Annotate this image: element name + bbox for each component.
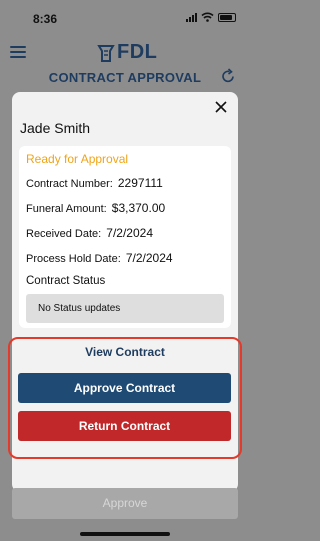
contract-number-label: Contract Number: xyxy=(26,178,113,190)
home-indicator xyxy=(80,532,170,536)
status-updates-box: No Status updates xyxy=(26,294,224,323)
funeral-amount-value: $3,370.00 xyxy=(111,201,166,215)
client-name: Jade Smith xyxy=(20,120,91,136)
menu-icon[interactable] xyxy=(10,46,26,58)
status-badge: Ready for Approval xyxy=(26,152,129,166)
received-date-label: Received Date: xyxy=(26,228,102,240)
close-icon[interactable] xyxy=(214,100,228,114)
refresh-icon[interactable] xyxy=(220,68,236,84)
view-contract-link[interactable]: View Contract xyxy=(0,345,250,359)
approve-button-disabled: Approve xyxy=(12,488,238,519)
app-header: FDL CONTRACT APPROVAL xyxy=(0,36,250,96)
status-time: 8:36 xyxy=(33,12,58,26)
return-contract-button[interactable]: Return Contract xyxy=(18,411,231,441)
status-icons xyxy=(186,12,236,22)
contract-status-label: Contract Status xyxy=(26,275,106,287)
process-hold-date-row: Process Hold Date: 7/2/2024 xyxy=(26,251,173,265)
fdl-logo: FDL xyxy=(97,41,157,64)
received-date-value: 7/2/2024 xyxy=(106,226,153,240)
signal-icon xyxy=(186,12,197,22)
page-title: CONTRACT APPROVAL xyxy=(48,70,202,85)
approve-contract-button[interactable]: Approve Contract xyxy=(18,373,231,403)
funeral-amount-row: Funeral Amount: $3,370.00 xyxy=(26,201,165,215)
contract-detail-card: Ready for Approval Contract Number: 2297… xyxy=(19,146,231,328)
process-hold-date-value: 7/2/2024 xyxy=(125,251,173,265)
status-bar: 8:36 xyxy=(0,0,250,36)
contract-number-value: 2297111 xyxy=(117,176,163,190)
process-hold-date-label: Process Hold Date: xyxy=(26,253,121,265)
logo-text: FDL xyxy=(117,41,158,63)
funeral-amount-label: Funeral Amount: xyxy=(26,203,107,215)
received-date-row: Received Date: 7/2/2024 xyxy=(26,226,153,240)
logo-mark-icon xyxy=(97,44,115,62)
battery-icon xyxy=(218,12,236,22)
contract-number-row: Contract Number: 2297111 xyxy=(26,176,163,190)
wifi-icon xyxy=(201,12,214,22)
